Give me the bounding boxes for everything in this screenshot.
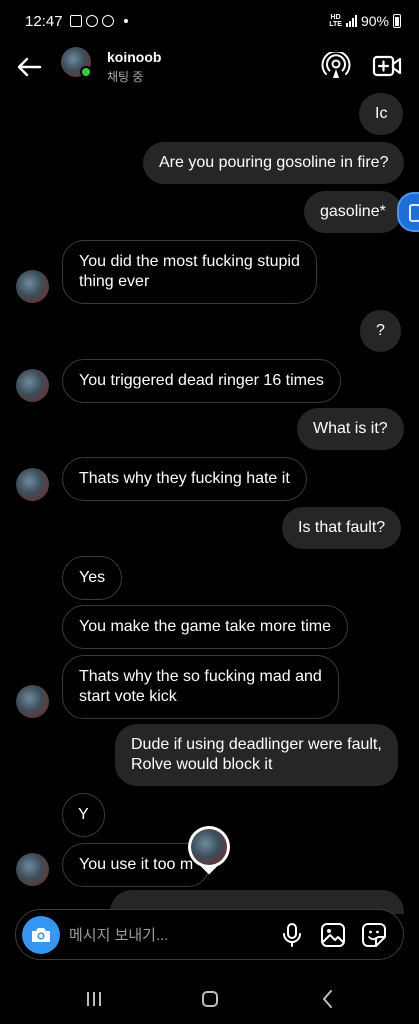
message-sent[interactable]: What is it? <box>297 408 404 450</box>
message-sent[interactable]: Ic <box>359 93 404 135</box>
message-received[interactable]: Thats why the so fucking mad and start v… <box>62 655 339 719</box>
notification-icons <box>70 15 128 27</box>
network-type: HD LTE <box>329 14 342 28</box>
network-hd-label: HD <box>330 14 341 21</box>
more-notifications-dot-icon <box>124 19 128 23</box>
sender-avatar[interactable] <box>16 270 49 303</box>
audio-call-button[interactable] <box>321 50 351 80</box>
video-call-icon <box>372 55 402 77</box>
camera-button[interactable] <box>22 916 60 954</box>
screenshot-edit-icon <box>409 204 419 222</box>
message-received[interactable]: You triggered dead ringer 16 times <box>62 359 341 403</box>
gallery-notification-icon <box>70 15 82 27</box>
message-sent[interactable]: Is that fault? <box>282 507 402 549</box>
message-sent[interactable]: ? <box>360 310 401 352</box>
seen-indicator <box>188 826 230 875</box>
seen-avatar <box>191 829 227 865</box>
message-sent[interactable]: Dude if using deadlinger were fault, Rol… <box>115 724 398 786</box>
message-input[interactable] <box>69 924 269 946</box>
instagram-notification-icon <box>86 15 98 27</box>
message-received[interactable]: You make the game take more time <box>62 605 348 649</box>
sticker-icon <box>362 923 386 947</box>
battery-icon <box>393 14 401 28</box>
floating-side-widget[interactable] <box>397 192 419 232</box>
sticker-button[interactable] <box>361 922 387 948</box>
sender-avatar[interactable] <box>16 369 49 402</box>
system-nav-bar <box>0 975 419 1024</box>
back-button[interactable] <box>14 52 44 82</box>
back-arrow-icon <box>17 57 42 77</box>
status-time: 12:47 <box>25 13 63 30</box>
voice-message-button[interactable] <box>280 922 304 948</box>
sender-avatar[interactable] <box>16 685 49 718</box>
sender-avatar[interactable] <box>16 468 49 501</box>
contact-name[interactable]: koinoob <box>107 49 161 65</box>
recents-icon[interactable] <box>85 991 103 1007</box>
back-icon[interactable] <box>320 989 336 1009</box>
status-bar: 12:47 HD LTE 90% <box>0 0 419 44</box>
gallery-icon <box>321 923 345 947</box>
message-received[interactable]: You did the most fucking stupid thing ev… <box>62 240 317 304</box>
signal-icon <box>345 15 357 27</box>
gallery-button[interactable] <box>320 922 346 948</box>
chat-header: koinoob 채팅 중 <box>0 44 419 90</box>
battery-percent: 90% <box>360 13 389 29</box>
microphone-icon <box>283 923 301 947</box>
sender-avatar[interactable] <box>16 853 49 886</box>
video-call-button[interactable] <box>372 52 402 80</box>
message-received[interactable]: Y <box>62 793 105 837</box>
message-received[interactable]: Thats why they fucking hate it <box>62 457 307 501</box>
camera-icon <box>32 928 50 942</box>
message-composer <box>15 909 404 960</box>
app-notification-icon <box>102 15 114 27</box>
home-icon[interactable] <box>202 991 218 1007</box>
message-sent[interactable]: gasoline* <box>304 191 402 233</box>
online-status-icon <box>80 66 92 78</box>
network-lte-label: LTE <box>329 21 342 28</box>
audio-call-icon <box>321 50 351 78</box>
message-received[interactable]: Yes <box>62 556 123 600</box>
message-sent[interactable]: Are you pouring gosoline in fire? <box>143 142 405 184</box>
system-indicators: HD LTE 90% <box>329 13 401 29</box>
contact-status: 채팅 중 <box>107 70 144 84</box>
